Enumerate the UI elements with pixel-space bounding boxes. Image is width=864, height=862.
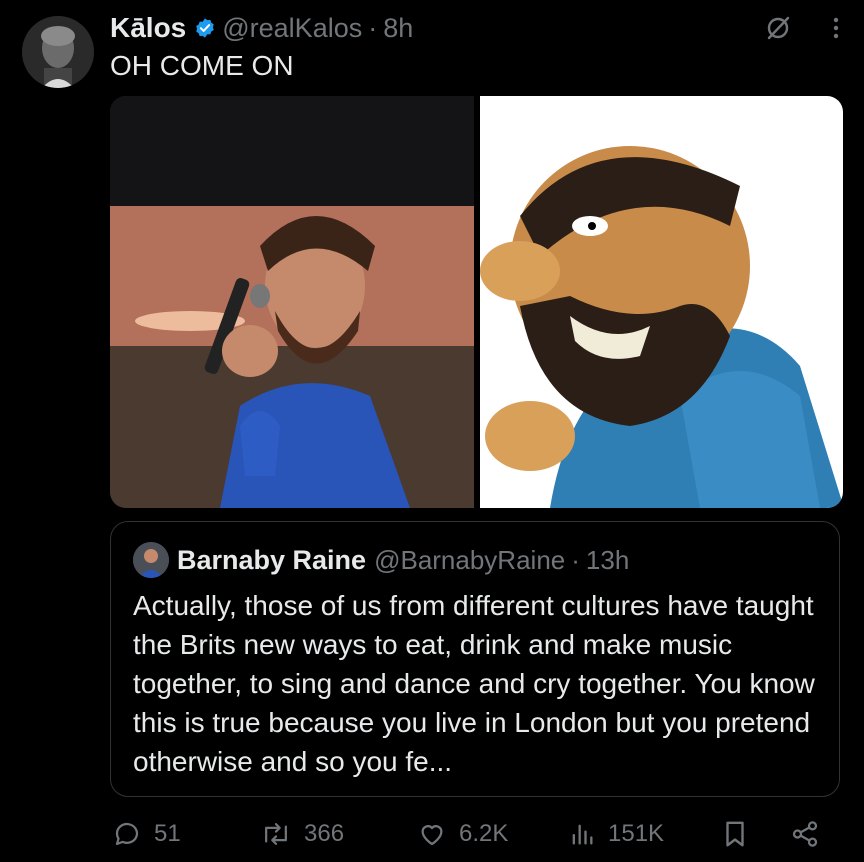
- views-count: 151K: [608, 820, 665, 847]
- repost-count: 366: [304, 820, 345, 847]
- tweet-top-actions: [764, 14, 840, 42]
- reply-count: 51: [154, 820, 181, 847]
- author-handle[interactable]: @realKalos: [222, 13, 362, 44]
- more-icon[interactable]: [832, 14, 840, 42]
- media-photo[interactable]: [110, 96, 474, 508]
- quoted-author-name[interactable]: Barnaby Raine: [177, 545, 366, 576]
- bookmark-icon: [722, 819, 748, 849]
- quoted-tweet-text: Actually, those of us from different cul…: [133, 590, 815, 777]
- tweet-action-bar: 51 366 6.2K 151K: [110, 812, 840, 856]
- views-button[interactable]: 151K: [568, 812, 664, 856]
- separator-dot: ·: [368, 12, 378, 43]
- tweet-text: OH COME ON: [110, 50, 294, 81]
- share-icon: [790, 819, 820, 849]
- quoted-tweet[interactable]: Barnaby Raine @BarnabyRaine · 13h Actual…: [110, 521, 840, 797]
- share-button[interactable]: [790, 812, 820, 856]
- author-name[interactable]: Kālos: [110, 12, 186, 44]
- quoted-author-avatar[interactable]: [133, 542, 169, 578]
- reply-icon: [112, 819, 142, 849]
- media-cartoon[interactable]: [479, 96, 843, 508]
- tweet-time[interactable]: 8h: [383, 13, 413, 44]
- grok-icon[interactable]: [764, 14, 792, 42]
- like-button[interactable]: 6.2K: [417, 812, 508, 856]
- reply-button[interactable]: 51: [112, 812, 181, 856]
- separator-dot: ·: [571, 544, 580, 575]
- repost-button[interactable]: 366: [260, 812, 344, 856]
- tweet-media: [110, 96, 843, 508]
- views-icon: [568, 819, 596, 849]
- quoted-tweet-header: Barnaby Raine @BarnabyRaine · 13h: [133, 542, 629, 578]
- tweet-header: Kālos @realKalos · 8h: [110, 10, 413, 46]
- verified-badge-icon: [194, 17, 216, 39]
- like-icon: [417, 819, 447, 849]
- like-count: 6.2K: [459, 820, 509, 847]
- bookmark-button[interactable]: [722, 812, 748, 856]
- author-avatar[interactable]: [22, 16, 94, 88]
- repost-icon: [260, 819, 292, 849]
- quoted-author-handle[interactable]: @BarnabyRaine: [374, 545, 565, 576]
- quoted-tweet-time[interactable]: 13h: [586, 545, 629, 576]
